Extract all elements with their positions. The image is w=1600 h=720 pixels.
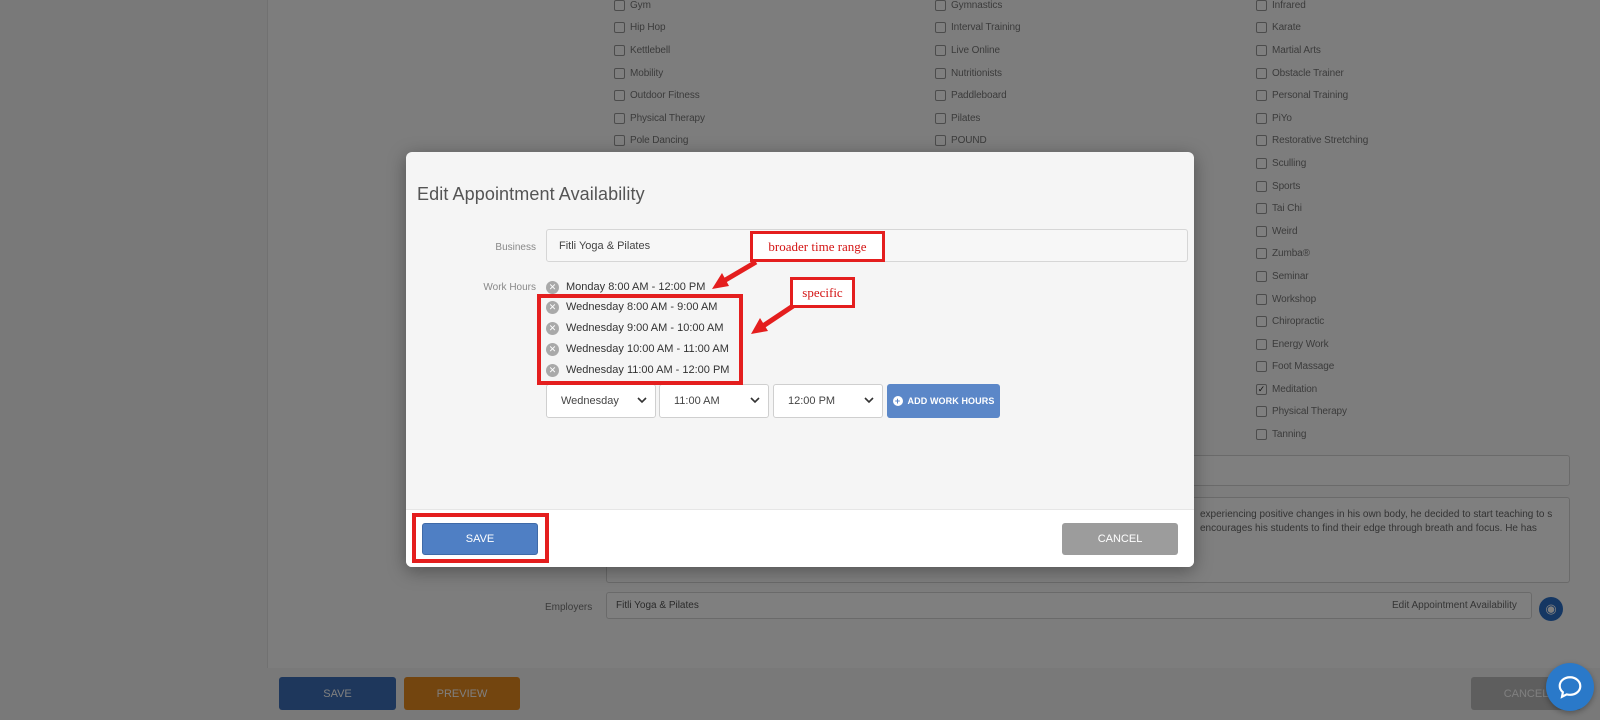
end-time-value: 12:00 PM (788, 395, 836, 407)
broader-time-range-label: broader time range (750, 231, 885, 262)
modal-cancel-button[interactable]: CANCEL (1062, 523, 1178, 555)
day-select[interactable]: Wednesday (546, 384, 656, 418)
start-time-value: 11:00 AM (674, 395, 720, 407)
chat-button[interactable] (1546, 663, 1594, 711)
business-label: Business (495, 242, 536, 253)
remove-icon[interactable]: ✕ (546, 280, 559, 294)
specific-hours-highlight (537, 294, 743, 385)
chat-icon (1558, 676, 1582, 699)
chevron-down-icon (864, 397, 874, 404)
save-highlight (412, 513, 549, 563)
start-time-select[interactable]: 11:00 AM (659, 384, 769, 418)
business-value: Fitli Yoga & Pilates (559, 239, 651, 252)
add-work-hours-label: ADD WORK HOURS (907, 396, 995, 406)
plus-icon: + (892, 396, 903, 406)
edit-availability-modal: Edit Appointment Availability Business F… (406, 152, 1194, 567)
work-hour-text: Monday 8:00 AM - 12:00 PM (566, 281, 706, 293)
chevron-down-icon (750, 397, 760, 404)
end-time-select[interactable]: 12:00 PM (773, 384, 883, 418)
chevron-down-icon (637, 397, 647, 404)
add-work-hours-button[interactable]: + ADD WORK HOURS (887, 384, 1000, 418)
modal-title: Edit Appointment Availability (417, 184, 645, 204)
work-hours-label: Work Hours (483, 282, 536, 293)
specific-label: specific (790, 277, 855, 308)
day-select-value: Wednesday (561, 395, 619, 407)
